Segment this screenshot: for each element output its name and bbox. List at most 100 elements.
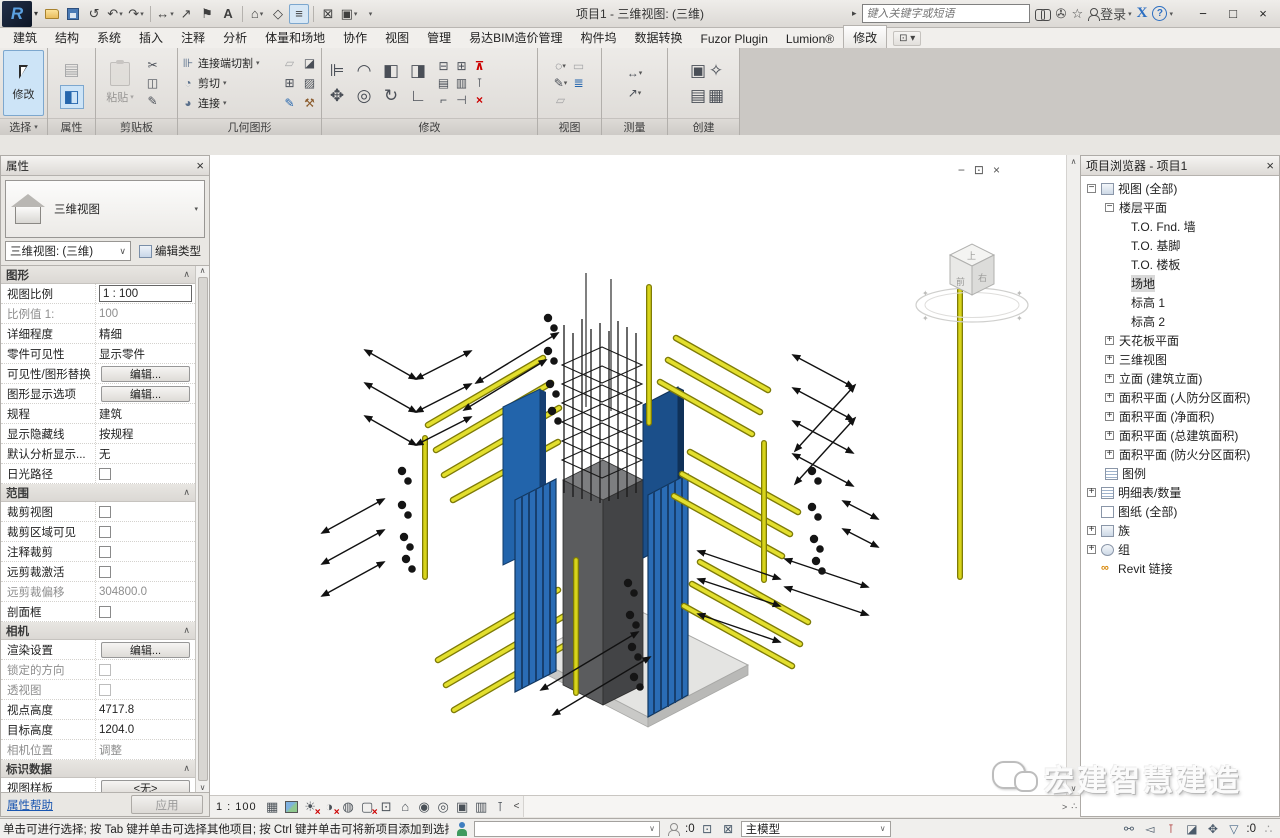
tab-lumion[interactable]: Lumion®: [777, 29, 843, 48]
paint-icon[interactable]: ✎: [281, 95, 298, 111]
unpin-icon[interactable]: ⊼: [471, 58, 488, 74]
drag-elements-on-selection-icon[interactable]: ✥: [1204, 821, 1221, 837]
select-panel-label[interactable]: 选择▾: [0, 118, 47, 135]
maximize-button[interactable]: □: [1218, 3, 1248, 25]
properties-close-icon[interactable]: ×: [196, 158, 204, 173]
demolish-hammer-icon[interactable]: ⚒: [301, 95, 318, 111]
select-underlay-elements-icon[interactable]: ◅: [1141, 821, 1158, 837]
tab-collaborate[interactable]: 协作: [334, 26, 376, 48]
tab-analyze[interactable]: 分析: [214, 26, 256, 48]
tree-item-area-plan-fire[interactable]: 面积平面 (防火分区面积): [1081, 445, 1279, 464]
show-crop-region-icon[interactable]: ⊡: [377, 797, 396, 816]
displace-elements-icon[interactable]: ▣: [453, 797, 472, 816]
delete-icon[interactable]: ×: [471, 92, 488, 108]
minimize-button[interactable]: −: [1188, 3, 1218, 25]
wall-joins-icon[interactable]: ◪: [301, 55, 318, 71]
tab-insert[interactable]: 插入: [130, 26, 172, 48]
create-similar-icon[interactable]: ✧: [704, 59, 728, 83]
render-dialog-icon[interactable]: ◍: [339, 797, 358, 816]
split-element-icon[interactable]: ⊟: [435, 58, 452, 74]
3d-viewport[interactable]: − ⊡ ×: [210, 155, 1066, 795]
match-type-icon[interactable]: ✎: [144, 93, 161, 109]
displace-icon[interactable]: ▱: [552, 92, 569, 108]
reveal-constraints-icon[interactable]: ▥: [472, 797, 491, 816]
scale-icon[interactable]: ▥: [453, 75, 470, 91]
properties-header[interactable]: 属性 ×: [1, 156, 209, 176]
tab-architecture[interactable]: 建筑: [4, 26, 46, 48]
properties-panel-label[interactable]: 属性: [48, 118, 95, 135]
expand-icon[interactable]: [1105, 336, 1114, 345]
scroll-down-icon[interactable]: ∨: [200, 783, 206, 792]
tree-item-area-plan-gross[interactable]: 面积平面 (总建筑面积): [1081, 426, 1279, 445]
cope-button[interactable]: ⊪ 连接端切割▾ ▱ ◪: [181, 53, 318, 73]
close-hidden-windows-icon[interactable]: ⊠: [318, 4, 338, 24]
copy-element-icon[interactable]: ◎: [352, 84, 376, 108]
underlay-icon[interactable]: ≣: [570, 75, 587, 91]
expand-icon[interactable]: [1105, 450, 1114, 459]
property-value[interactable]: 建筑: [96, 406, 195, 422]
view-scale-button[interactable]: 1 : 100: [216, 801, 257, 813]
browser-close-icon[interactable]: ×: [1266, 158, 1274, 173]
annotation-crop-checkbox[interactable]: [99, 546, 111, 558]
viewbar-collapse-icon[interactable]: <: [514, 801, 520, 812]
tab-fuzor[interactable]: Fuzor Plugin: [692, 29, 777, 48]
cut-icon[interactable]: ✂: [144, 57, 161, 73]
tab-annotate[interactable]: 注释: [172, 26, 214, 48]
tree-item-level-1[interactable]: 标高 1: [1081, 293, 1279, 312]
app-menu-arrow-icon[interactable]: ▾: [34, 9, 38, 18]
tab-data-convert[interactable]: 数据转换: [626, 26, 692, 48]
tab-structure[interactable]: 结构: [46, 26, 88, 48]
tree-item-legends[interactable]: 图例: [1081, 464, 1279, 483]
cut-geometry-button[interactable]: ◔ 剪切▾ ⊞ ▨: [181, 73, 318, 93]
exclude-options-icon[interactable]: ⊠: [720, 821, 737, 837]
type-selector[interactable]: 三维视图 ▾: [5, 180, 205, 238]
tree-item-area-plan-civil[interactable]: 面积平面 (人防分区面积): [1081, 388, 1279, 407]
view-minimize-icon[interactable]: −: [958, 163, 965, 177]
array-icon[interactable]: ▤: [435, 75, 452, 91]
help-icon[interactable]: ?▾: [1152, 6, 1173, 21]
tab-component-dock[interactable]: 构件坞: [572, 26, 626, 48]
tab-systems[interactable]: 系统: [88, 26, 130, 48]
ribbon-display-options-button[interactable]: ⊡ ▾: [893, 31, 921, 46]
render-settings-edit-button[interactable]: 编辑...: [101, 642, 190, 658]
app-store-icon[interactable]: X: [1137, 5, 1148, 22]
offset-icon[interactable]: ◠: [352, 59, 376, 83]
instance-selector[interactable]: 三维视图: (三维) ∨: [5, 241, 131, 261]
switch-windows-icon[interactable]: ▣▾: [339, 4, 359, 24]
canvas-vertical-scrollbar[interactable]: ∧ ∨: [1066, 155, 1080, 795]
type-properties-icon[interactable]: ▤: [60, 58, 84, 82]
tree-item-3d-views[interactable]: 三维视图: [1081, 350, 1279, 369]
default-3d-view-icon[interactable]: ⌂▾: [247, 4, 267, 24]
drawing-area[interactable]: − ⊡ ×: [210, 155, 1080, 817]
tab-view[interactable]: 视图: [376, 26, 418, 48]
view-template-button[interactable]: <无>: [101, 780, 190, 793]
align-icon[interactable]: ⊫: [325, 59, 349, 83]
sync-icon[interactable]: ↺: [84, 4, 104, 24]
sun-path-icon[interactable]: ☀: [301, 797, 320, 816]
tree-item-to-footing[interactable]: T.O. 基脚: [1081, 236, 1279, 255]
tree-item-views[interactable]: 视图 (全部): [1081, 179, 1279, 198]
tree-item-sheets[interactable]: 图纸 (全部): [1081, 502, 1279, 521]
copy-icon[interactable]: ◫: [144, 75, 161, 91]
crop-view-icon[interactable]: ▢: [358, 797, 377, 816]
browser-header[interactable]: 项目浏览器 - 项目1 ×: [1081, 156, 1279, 176]
mirror-pick-axis-icon[interactable]: ◧: [379, 59, 403, 83]
temporary-view-properties-icon[interactable]: ◎: [434, 797, 453, 816]
type-selector-arrow-icon[interactable]: ▾: [194, 205, 198, 213]
property-value[interactable]: 无: [96, 446, 195, 462]
create-assembly-icon[interactable]: ▦: [704, 84, 728, 108]
crop-view-checkbox[interactable]: [99, 506, 111, 518]
properties-toggle-icon[interactable]: ◧: [60, 85, 84, 109]
revit-logo-icon[interactable]: R: [2, 1, 32, 27]
cut-profile-icon[interactable]: ▱: [281, 55, 298, 71]
model-svg[interactable]: ✦ ✦ ✦ ✦ 上 前 右: [210, 155, 1066, 795]
view-close-icon[interactable]: ×: [993, 163, 1000, 177]
property-value[interactable]: 显示零件: [96, 346, 195, 362]
tree-item-families[interactable]: 族: [1081, 521, 1279, 540]
tree-item-site[interactable]: 场地: [1081, 274, 1279, 293]
select-pinned-elements-icon[interactable]: ⊺: [1162, 821, 1179, 837]
tab-massing-site[interactable]: 体量和场地: [256, 26, 334, 48]
section-camera[interactable]: 相机∧: [1, 622, 195, 640]
linework-icon[interactable]: ✎▾: [552, 75, 569, 91]
section-graphics[interactable]: 图形∧: [1, 266, 195, 284]
